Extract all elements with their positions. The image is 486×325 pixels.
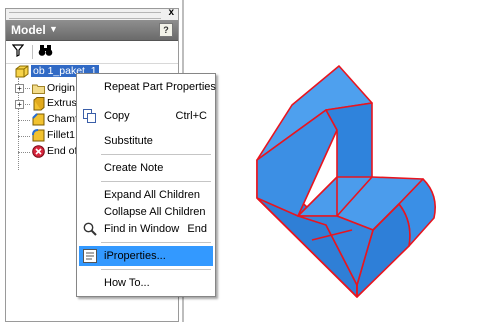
- close-icon[interactable]: x: [168, 7, 174, 18]
- browser-header[interactable]: Model ▼ ?: [6, 20, 178, 41]
- help-icon[interactable]: ?: [159, 23, 173, 37]
- menu-item-label: Create Note: [104, 162, 164, 174]
- tree-connector: [18, 152, 30, 153]
- browser-toolbar: [6, 41, 178, 64]
- menu-item-label: Substitute: [104, 135, 153, 147]
- menu-item-shortcut: Ctrl+C: [175, 110, 207, 122]
- menu-item-iproperties[interactable]: iProperties...: [79, 246, 213, 266]
- menu-item-create-note[interactable]: Create Note: [79, 158, 213, 178]
- menu-separator: [101, 269, 211, 270]
- tree-item-label: Fillet1: [47, 129, 76, 141]
- menu-item-copy[interactable]: Copy Ctrl+C: [79, 106, 213, 126]
- tree-connector: [18, 120, 30, 121]
- context-menu: Repeat Part Properties Copy Ctrl+C Subst…: [76, 73, 216, 297]
- menu-item-substitute[interactable]: Substitute: [79, 131, 213, 151]
- menu-separator: [101, 181, 211, 182]
- chevron-down-icon[interactable]: ▼: [49, 24, 58, 34]
- panel-grip[interactable]: x: [6, 7, 178, 20]
- menu-item-label: iProperties...: [104, 250, 166, 262]
- menu-item-label: Find in Window: [104, 223, 180, 235]
- menu-separator: [101, 242, 211, 243]
- part-model-view[interactable]: [187, 0, 486, 322]
- menu-item-label: Collapse All Children: [104, 206, 206, 218]
- graphics-window[interactable]: [187, 0, 486, 322]
- part-icon: [15, 65, 29, 78]
- toolbar-separator: [32, 45, 33, 59]
- filter-icon[interactable]: [11, 44, 25, 60]
- browser-title[interactable]: Model: [11, 23, 46, 37]
- menu-item-find-in-window[interactable]: Find in Window End: [79, 219, 213, 239]
- menu-item-label: Expand All Children: [104, 189, 201, 201]
- menu-item-repeat-part-properties[interactable]: Repeat Part Properties: [79, 77, 216, 97]
- expand-icon[interactable]: +: [15, 84, 24, 93]
- extrusion-icon: [32, 97, 45, 111]
- tree-item-label: Origin: [47, 82, 76, 94]
- menu-item-label: Copy: [104, 110, 130, 122]
- binoculars-icon[interactable]: [38, 44, 53, 60]
- copy-icon: [83, 109, 97, 123]
- menu-separator: [101, 154, 211, 155]
- folder-icon: [32, 83, 45, 95]
- menu-item-label: Repeat Part Properties: [104, 81, 216, 93]
- fillet-icon: [32, 129, 45, 142]
- menu-item-shortcut: End: [187, 223, 207, 235]
- end-of-part-icon: [32, 145, 45, 158]
- zoom-icon: [83, 222, 97, 236]
- tree-connector: [18, 136, 30, 137]
- iproperties-icon: [83, 249, 97, 263]
- expand-icon[interactable]: +: [15, 100, 24, 109]
- grip-lines: [9, 12, 161, 19]
- chamfer-icon: [32, 113, 45, 126]
- menu-item-label: How To...: [104, 277, 150, 289]
- menu-item-how-to[interactable]: How To...: [79, 273, 213, 293]
